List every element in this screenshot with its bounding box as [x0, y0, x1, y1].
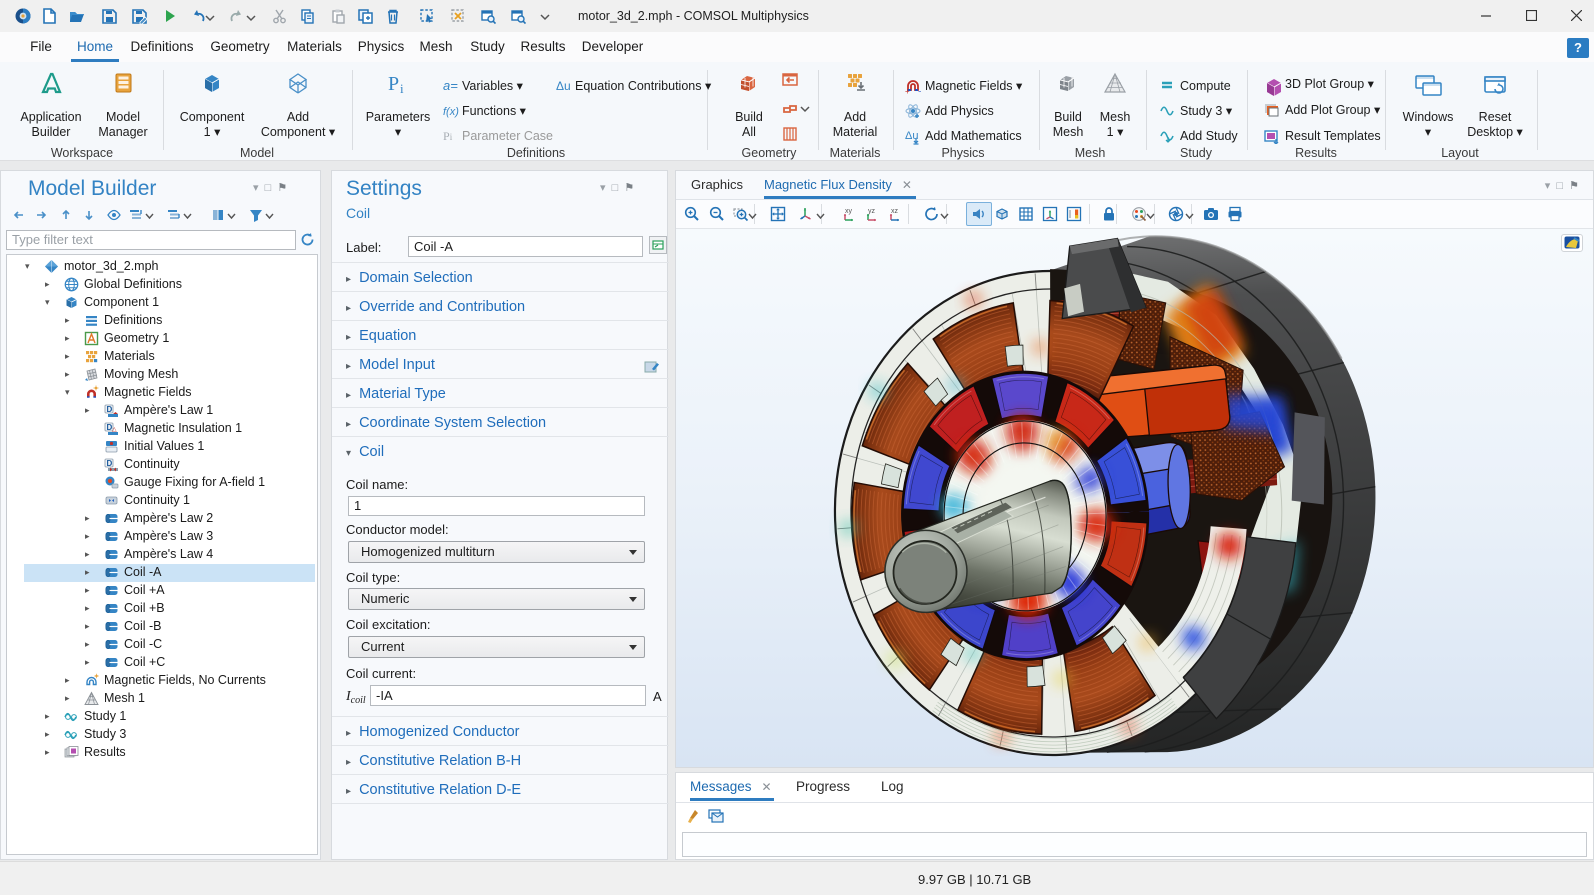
svg-text:xz: xz	[891, 208, 899, 215]
svg-text:a=: a=	[443, 78, 458, 93]
svg-text:−: −	[918, 87, 921, 95]
svg-text:+: +	[905, 87, 910, 95]
svg-text:D: D	[107, 405, 113, 414]
svg-text:Pi: Pi	[443, 129, 453, 143]
svg-text:f(x): f(x)	[443, 106, 459, 118]
svg-text:i: i	[400, 81, 404, 94]
svg-text:△: △	[112, 427, 117, 433]
svg-text:P: P	[388, 73, 399, 94]
svg-text:xy: xy	[845, 208, 853, 215]
svg-text:D: D	[107, 459, 113, 468]
svg-text:Δu: Δu	[556, 79, 571, 93]
svg-text:yz: yz	[868, 208, 876, 215]
